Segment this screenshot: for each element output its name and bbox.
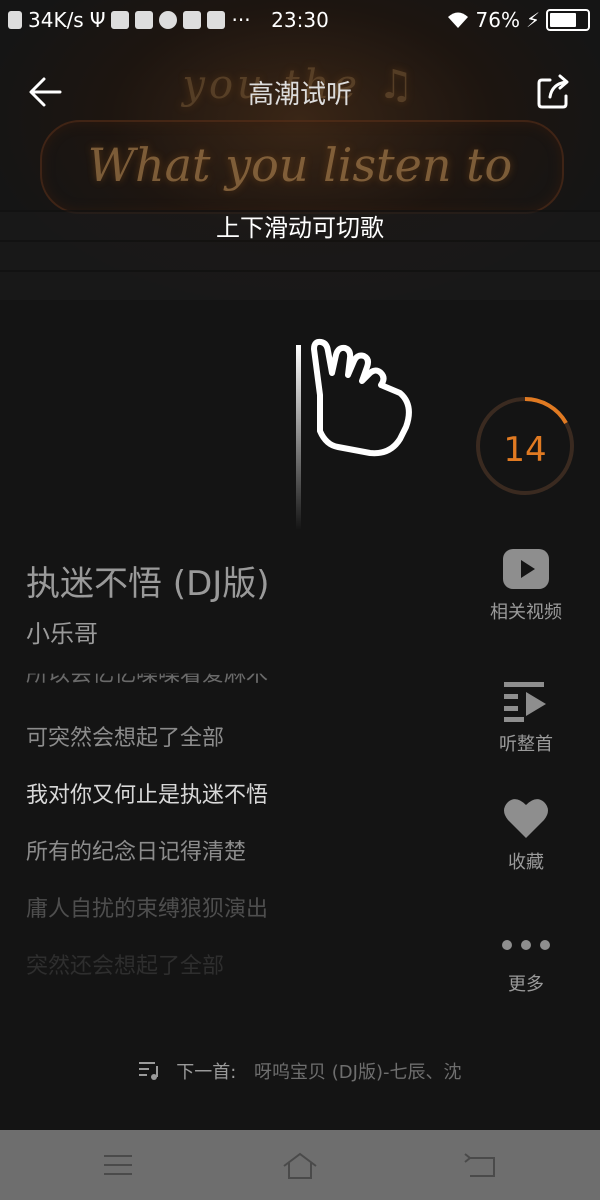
more-label: 更多 [508, 974, 544, 995]
lyrics-panel[interactable]: 所以会忆忆噪噪着爱麻木 可突然会想起了全部 我对你又何止是执迷不悟 所有的纪念日… [26, 660, 466, 980]
system-nav-bar [0, 1130, 600, 1200]
favorite-label: 收藏 [508, 852, 544, 873]
swipe-hand-icon [296, 338, 412, 530]
related-videos-label: 相关视频 [490, 602, 562, 623]
background-neon-text-2: What you listen to [87, 138, 513, 192]
more-dots-icon [502, 940, 550, 950]
charging-icon: ⚡ [525, 8, 540, 32]
listen-full-button[interactable]: 听整首 [486, 680, 566, 756]
lyric-line: 庸人自扰的束缚狼狈演出 [26, 897, 269, 922]
back-nav-icon[interactable] [462, 1150, 502, 1180]
playlist-play-icon [504, 682, 546, 722]
favorite-button[interactable]: 收藏 [486, 796, 566, 874]
playlist-next-icon [138, 1062, 158, 1080]
song-title: 执迷不悟 (DJ版) [26, 564, 270, 604]
home-icon[interactable] [280, 1150, 320, 1180]
lyric-line-current: 我对你又何止是执迷不悟 [26, 783, 269, 808]
album-background-art: you the ♫ What you listen to [0, 0, 600, 300]
listen-full-label: 听整首 [499, 734, 553, 755]
menu-icon[interactable] [100, 1150, 140, 1180]
countdown-number: 14 [503, 430, 547, 470]
heart-icon [504, 799, 548, 838]
related-videos-button[interactable]: 相关视频 [486, 548, 566, 624]
status-bar: 34K/s Ψ ··· 23:30 76% ⚡ [0, 0, 600, 40]
lyric-line: 可突然会想起了全部 [26, 726, 225, 751]
battery-level-fill [550, 13, 576, 27]
page-title: 高潮试听 [247, 80, 352, 110]
battery-percent: 76% [475, 8, 520, 32]
swipe-hint-text: 上下滑动可切歌 [216, 214, 384, 242]
next-track-bar[interactable]: 下一首: 呀呜宝贝 (DJ版)-七辰、沈 [0, 1058, 600, 1084]
status-right: 76% ⚡ [446, 8, 590, 32]
more-button[interactable]: 更多 [486, 938, 566, 996]
battery-icon [546, 9, 590, 31]
lyric-line: 所以会忆忆噪噪着爱麻木 [26, 662, 269, 687]
lyric-line: 所有的纪念日记得清楚 [26, 840, 247, 865]
play-video-icon [503, 549, 549, 589]
share-icon [537, 74, 569, 109]
lyric-line: 突然还会想起了全部 [26, 954, 225, 979]
share-button[interactable] [532, 70, 576, 114]
artist-name[interactable]: 小乐哥 [26, 614, 98, 649]
next-track-name: 呀呜宝贝 (DJ版)-七辰、沈 [254, 1062, 462, 1083]
wifi-icon [447, 12, 468, 28]
next-track-prefix: 下一首: [176, 1062, 237, 1083]
